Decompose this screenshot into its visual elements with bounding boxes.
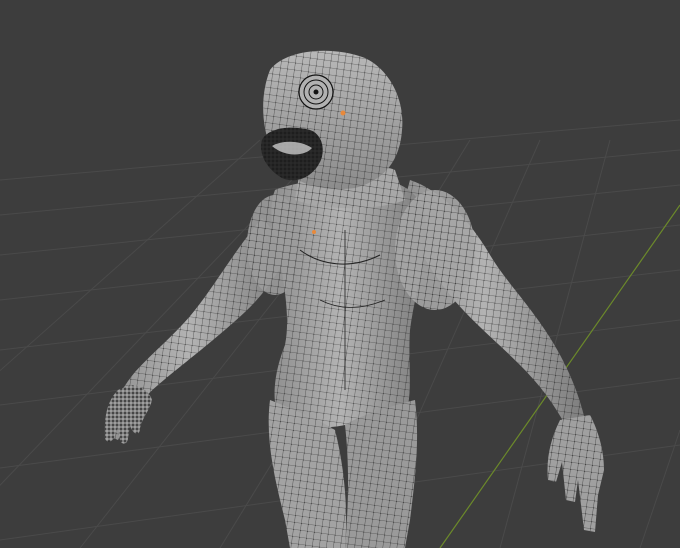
creature-mesh[interactable] [104,50,604,548]
selected-vertex[interactable] [312,230,316,234]
3d-viewport[interactable] [0,0,680,548]
viewport-canvas[interactable] [0,0,680,548]
selected-vertex[interactable] [340,110,346,116]
